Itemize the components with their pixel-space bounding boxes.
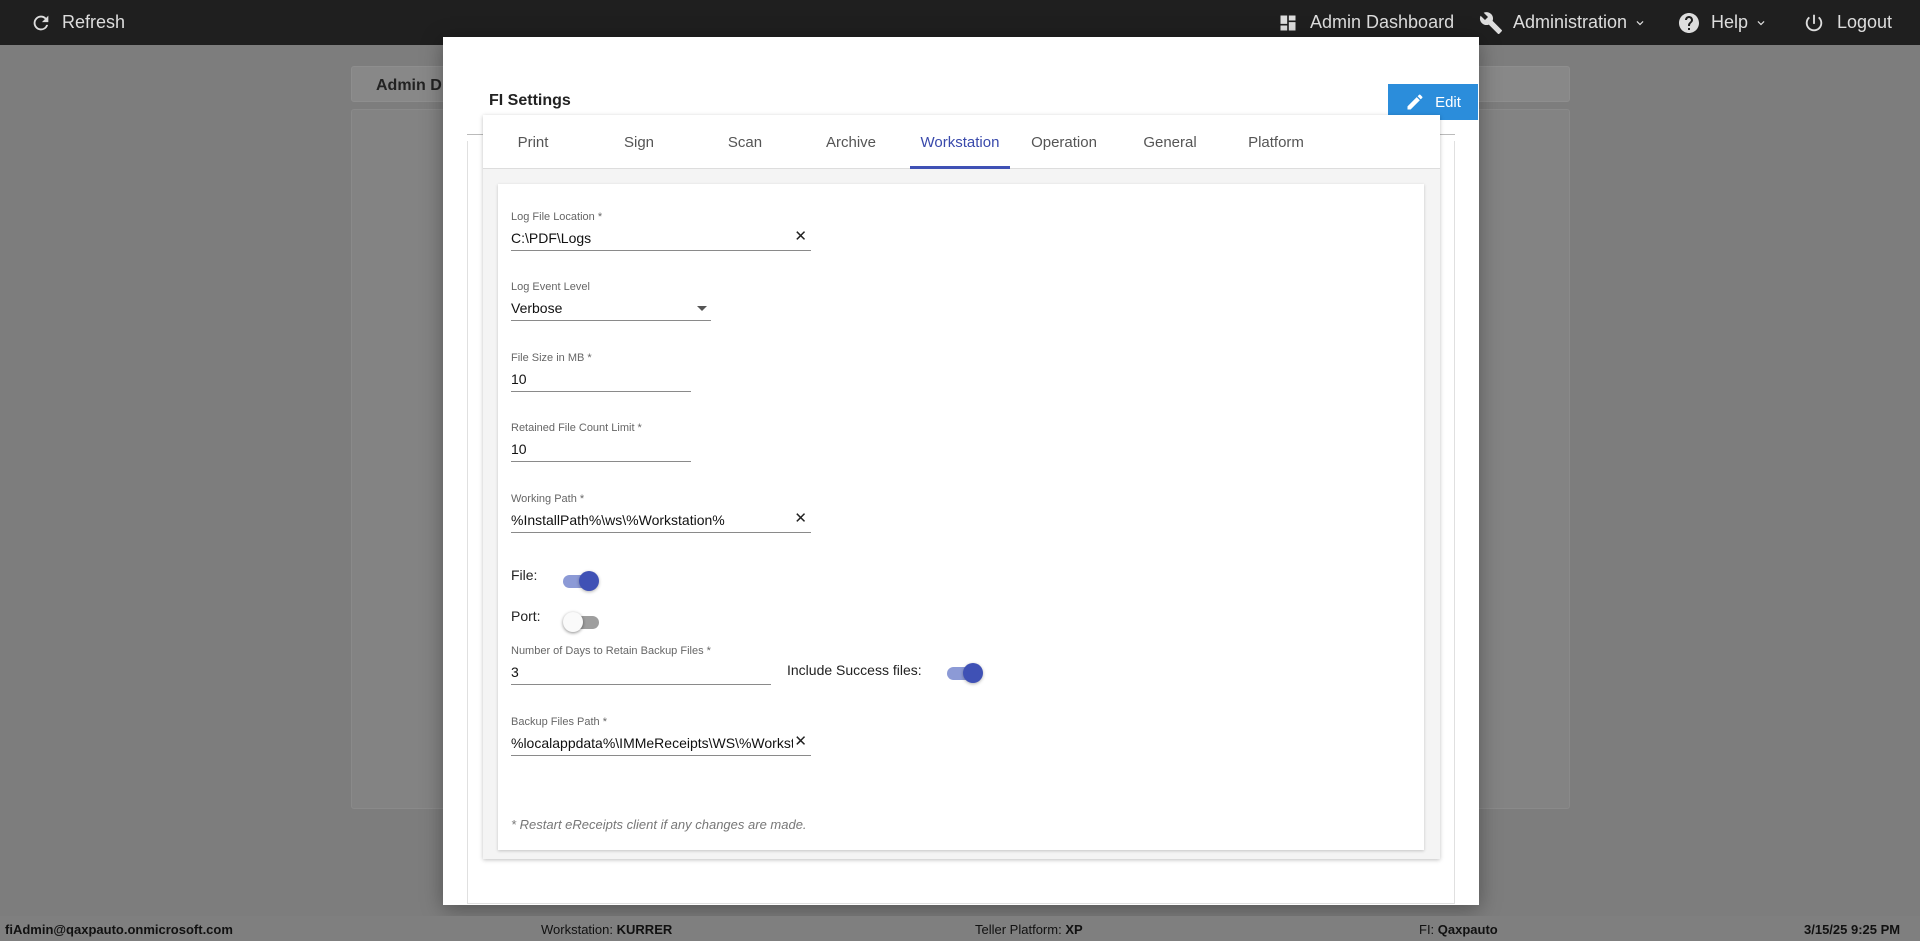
working-path-input[interactable]: [511, 507, 811, 531]
status-workstation-value: KURRER: [616, 922, 673, 937]
port-toggle-label: Port:: [511, 608, 541, 624]
status-workstation: Workstation: KURRER: [541, 922, 672, 937]
admin-dashboard-label: Admin Dashboard: [1310, 12, 1455, 32]
file-size-input[interactable]: [511, 366, 691, 390]
tab-scan[interactable]: Scan: [695, 115, 795, 169]
help-circle-icon: [1679, 12, 1699, 33]
refresh-icon: [33, 15, 49, 30]
status-bar: fiAdmin@qaxpauto.onmicrosoft.com Worksta…: [0, 916, 1920, 941]
logout-label: Logout: [1837, 12, 1893, 32]
file-toggle[interactable]: [561, 569, 601, 593]
wrench-icon: [1479, 11, 1502, 34]
help-menu[interactable]: Help: [1677, 0, 1768, 45]
log-file-location-field: Log File Location * ✕: [511, 211, 811, 251]
tab-bar: Print Sign Scan Archive Workstation Oper…: [483, 115, 1440, 169]
fi-settings-dialog: FI Settings Edit Print Sign Scan Archive…: [443, 37, 1479, 905]
tab-sign[interactable]: Sign: [589, 115, 689, 169]
working-path-label: Working Path *: [511, 493, 585, 505]
settings-tabs-panel: Print Sign Scan Archive Workstation Oper…: [483, 115, 1440, 859]
clear-icon[interactable]: ✕: [794, 733, 807, 751]
status-workstation-label: Workstation:: [541, 922, 614, 937]
tab-workstation[interactable]: Workstation: [910, 115, 1010, 169]
workstation-settings-form: Log File Location * ✕ Log Event Level Fi…: [498, 184, 1424, 850]
log-event-level-field: Log Event Level: [511, 281, 711, 321]
pencil-icon: [1407, 94, 1423, 110]
working-path-field: Working Path * ✕: [511, 493, 811, 533]
edit-label: Edit: [1435, 93, 1461, 111]
status-fi-value: Qaxpauto: [1437, 922, 1498, 937]
log-file-location-label: Log File Location *: [511, 211, 603, 223]
backup-days-input[interactable]: [511, 659, 771, 683]
backup-days-field: Number of Days to Retain Backup Files *: [511, 645, 771, 685]
status-user-value: fiAdmin@qaxpauto.onmicrosoft.com: [5, 922, 233, 937]
status-teller-label: Teller Platform:: [975, 922, 1062, 937]
retained-file-count-field: Retained File Count Limit *: [511, 422, 691, 462]
logout-button[interactable]: Logout: [1803, 0, 1892, 45]
power-icon: [1805, 14, 1823, 31]
retained-file-count-input[interactable]: [511, 436, 691, 460]
file-toggle-label: File:: [511, 567, 538, 583]
administration-label: Administration: [1513, 12, 1628, 32]
file-size-field: File Size in MB *: [511, 352, 691, 392]
log-event-level-select[interactable]: [511, 295, 711, 321]
port-toggle[interactable]: [563, 610, 603, 634]
tab-operation[interactable]: Operation: [1014, 115, 1114, 169]
log-file-location-input[interactable]: [511, 225, 811, 249]
backup-path-label: Backup Files Path *: [511, 716, 607, 728]
retained-file-count-label: Retained File Count Limit *: [511, 422, 642, 434]
tab-general[interactable]: General: [1120, 115, 1220, 169]
administration-menu[interactable]: Administration: [1479, 0, 1647, 45]
clear-icon[interactable]: ✕: [794, 228, 807, 246]
chevron-down-icon: [1636, 20, 1644, 25]
status-fi-label: FI:: [1419, 922, 1435, 937]
dialog-title: FI Settings: [489, 92, 571, 109]
help-label: Help: [1711, 12, 1749, 32]
background-card-title: Admin D: [376, 77, 442, 94]
backup-days-label: Number of Days to Retain Backup Files *: [511, 645, 711, 657]
dashboard-icon: [1280, 15, 1296, 30]
backup-path-field: Backup Files Path * ✕: [511, 716, 811, 756]
status-datetime: 3/15/25 9:25 PM: [1804, 922, 1900, 937]
active-tab-indicator: [910, 166, 1010, 169]
status-teller-platform: Teller Platform: XP: [975, 922, 1083, 937]
clear-icon[interactable]: ✕: [794, 510, 807, 528]
include-success-toggle[interactable]: [945, 661, 985, 685]
tab-archive[interactable]: Archive: [801, 115, 901, 169]
chevron-down-icon: [1757, 20, 1765, 25]
log-event-level-label: Log Event Level: [511, 281, 590, 293]
status-datetime-value: 3/15/25 9:25 PM: [1804, 922, 1901, 937]
status-user: fiAdmin@qaxpauto.onmicrosoft.com: [5, 922, 233, 937]
file-size-label: File Size in MB *: [511, 352, 592, 364]
tab-platform[interactable]: Platform: [1226, 115, 1326, 169]
tab-print[interactable]: Print: [483, 115, 583, 169]
log-event-level-value[interactable]: [511, 295, 711, 319]
status-fi: FI: Qaxpauto: [1419, 922, 1498, 937]
restart-note: * Restart eReceipts client if any change…: [511, 817, 807, 832]
include-success-label: Include Success files:: [787, 662, 922, 678]
refresh-label: Refresh: [62, 12, 126, 32]
refresh-button[interactable]: Refresh: [30, 0, 125, 45]
status-teller-value: XP: [1065, 922, 1083, 937]
dropdown-arrow-icon[interactable]: [697, 306, 707, 311]
backup-path-input[interactable]: [511, 730, 811, 754]
